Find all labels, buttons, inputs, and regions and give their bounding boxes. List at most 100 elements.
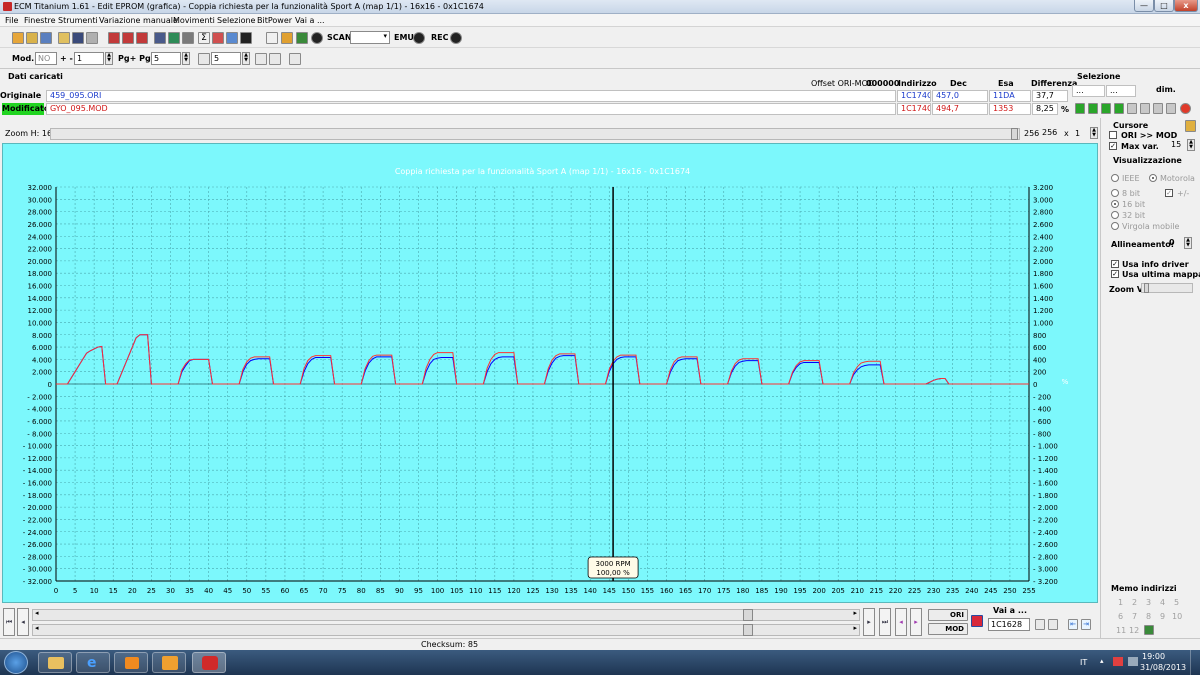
- col-spinner[interactable]: ▲ ▼: [242, 52, 250, 65]
- max-var-input[interactable]: 15: [1169, 139, 1185, 151]
- zoom-h-slider[interactable]: [50, 128, 1020, 140]
- table-icon[interactable]: [266, 32, 278, 44]
- copy-icon[interactable]: [1127, 103, 1137, 114]
- sigma-icon[interactable]: Σ: [198, 32, 210, 44]
- selection-from-input[interactable]: ...: [1072, 85, 1105, 97]
- tools-icon[interactable]: [182, 32, 194, 44]
- goto-table-icon[interactable]: [1035, 619, 1045, 630]
- next-map-icon[interactable]: ▸: [910, 608, 922, 636]
- chart-area[interactable]: Coppia richiesta per la funzionalità Spo…: [2, 143, 1098, 603]
- zoom-value2[interactable]: 256: [1040, 127, 1062, 139]
- step-spinner[interactable]: ▲ ▼: [105, 52, 113, 65]
- memo-add-icon[interactable]: [1144, 625, 1154, 635]
- signed-checkbox[interactable]: ✓: [1165, 189, 1173, 197]
- float-radio[interactable]: [1111, 222, 1119, 230]
- taskbar-outlook[interactable]: [152, 652, 186, 673]
- map-icon[interactable]: [136, 32, 148, 44]
- menu-bitpower[interactable]: BitPower: [257, 16, 292, 25]
- col-input[interactable]: 5: [211, 52, 241, 65]
- scroll-thumb-top[interactable]: [743, 609, 753, 621]
- page-spinner[interactable]: ▲ ▼: [182, 52, 190, 65]
- rec-icon[interactable]: [450, 32, 462, 44]
- selection-to-input[interactable]: ...: [1106, 85, 1136, 97]
- memo-7[interactable]: 7: [1132, 612, 1137, 621]
- taskbar-explorer[interactable]: [38, 652, 72, 673]
- chart-icon[interactable]: [226, 32, 238, 44]
- motorola-radio[interactable]: [1149, 174, 1157, 182]
- goto-forward-icon[interactable]: ⇥: [1081, 619, 1091, 630]
- tray-network-icon[interactable]: [1128, 657, 1138, 666]
- driver-icon[interactable]: [154, 32, 166, 44]
- scroll-right2-icon[interactable]: ▸: [853, 624, 857, 632]
- last-icon[interactable]: ⏭: [879, 608, 891, 636]
- menu-selezione[interactable]: Selezione: [217, 16, 255, 25]
- memo-1[interactable]: 1: [1118, 598, 1123, 607]
- horizontal-scrollbar-bottom[interactable]: ◂ ▸: [32, 624, 860, 636]
- scroll-left2-icon[interactable]: ◂: [35, 624, 39, 632]
- menu-movimenti[interactable]: Movimenti: [173, 16, 215, 25]
- split-icon[interactable]: [255, 53, 267, 65]
- last-map-checkbox[interactable]: ✓: [1111, 270, 1119, 278]
- cut-icon[interactable]: [1153, 103, 1163, 114]
- zoom-v-thumb[interactable]: [1144, 283, 1149, 293]
- memo-8[interactable]: 8: [1146, 612, 1151, 621]
- menu-strumenti[interactable]: Strumenti: [58, 16, 98, 25]
- binoculars-icon[interactable]: [240, 32, 252, 44]
- memo-2[interactable]: 2: [1132, 598, 1137, 607]
- max-var-checkbox[interactable]: ✓: [1109, 142, 1117, 150]
- max-var-spinner[interactable]: ▲ ▼: [1187, 139, 1195, 151]
- scan-dropdown[interactable]: ▾: [350, 31, 390, 44]
- save-disabled-icon[interactable]: [86, 32, 98, 44]
- menu-finestre[interactable]: Finestre: [24, 16, 56, 25]
- split2-icon[interactable]: [269, 53, 281, 65]
- star-icon[interactable]: [296, 32, 308, 44]
- graph-icon[interactable]: [212, 32, 224, 44]
- taskbar-ie[interactable]: e: [76, 652, 110, 673]
- horizontal-scrollbar-top[interactable]: ◂ ▸: [32, 609, 860, 621]
- memo-6[interactable]: 6: [1118, 612, 1123, 621]
- goto-list-icon[interactable]: [1048, 619, 1058, 630]
- memo-10[interactable]: 10: [1172, 612, 1182, 621]
- memo-3[interactable]: 3: [1146, 598, 1151, 607]
- memo-11[interactable]: 11: [1116, 626, 1126, 635]
- close-button[interactable]: x: [1174, 0, 1198, 12]
- window-icon[interactable]: [40, 32, 52, 44]
- ori-button[interactable]: ORI: [928, 609, 968, 621]
- scroll-thumb-bottom[interactable]: [743, 624, 753, 636]
- select-start-icon[interactable]: [1075, 103, 1085, 114]
- save-icon[interactable]: [72, 32, 84, 44]
- mod-input[interactable]: NO: [35, 52, 57, 65]
- emu-icon[interactable]: [413, 32, 425, 44]
- next-icon[interactable]: ▸: [863, 608, 875, 636]
- tray-flag-icon[interactable]: [1113, 657, 1123, 666]
- start-button[interactable]: [4, 651, 28, 674]
- minimize-button[interactable]: —: [1134, 0, 1154, 12]
- scroll-left-icon[interactable]: ◂: [35, 609, 39, 617]
- zoom-v-slider[interactable]: [1141, 283, 1193, 293]
- paste-icon[interactable]: [1140, 103, 1150, 114]
- ori-mod-checkbox[interactable]: [1109, 131, 1117, 139]
- alignment-input[interactable]: 0: [1167, 237, 1181, 249]
- driver-info-checkbox[interactable]: ✓: [1111, 260, 1119, 268]
- folder-icon[interactable]: [58, 32, 70, 44]
- memo-12[interactable]: 12: [1129, 626, 1139, 635]
- mod-button[interactable]: MOD: [928, 623, 968, 635]
- select-all-icon[interactable]: [1114, 103, 1124, 114]
- power-icon[interactable]: [1180, 103, 1191, 114]
- clear-icon[interactable]: [1166, 103, 1176, 114]
- scroll-right-icon[interactable]: ▸: [853, 609, 857, 617]
- record-icon[interactable]: [311, 32, 323, 44]
- memo-5[interactable]: 5: [1174, 598, 1179, 607]
- lock-toggle-icon[interactable]: [1185, 120, 1196, 132]
- 32bit-radio[interactable]: [1111, 211, 1119, 219]
- taskbar-ecm-titanium[interactable]: [192, 652, 226, 673]
- goto-back-icon[interactable]: ⇤: [1068, 619, 1078, 630]
- tray-arrow-icon[interactable]: ▴: [1100, 657, 1104, 665]
- memo-4[interactable]: 4: [1160, 598, 1165, 607]
- grid-icon[interactable]: [198, 53, 210, 65]
- zoom-spinner[interactable]: ▲ ▼: [1090, 127, 1098, 139]
- first-icon[interactable]: ⏮: [3, 608, 15, 636]
- select-mid-icon[interactable]: [1088, 103, 1098, 114]
- show-desktop-button[interactable]: [1190, 650, 1200, 675]
- select-end-icon[interactable]: [1101, 103, 1111, 114]
